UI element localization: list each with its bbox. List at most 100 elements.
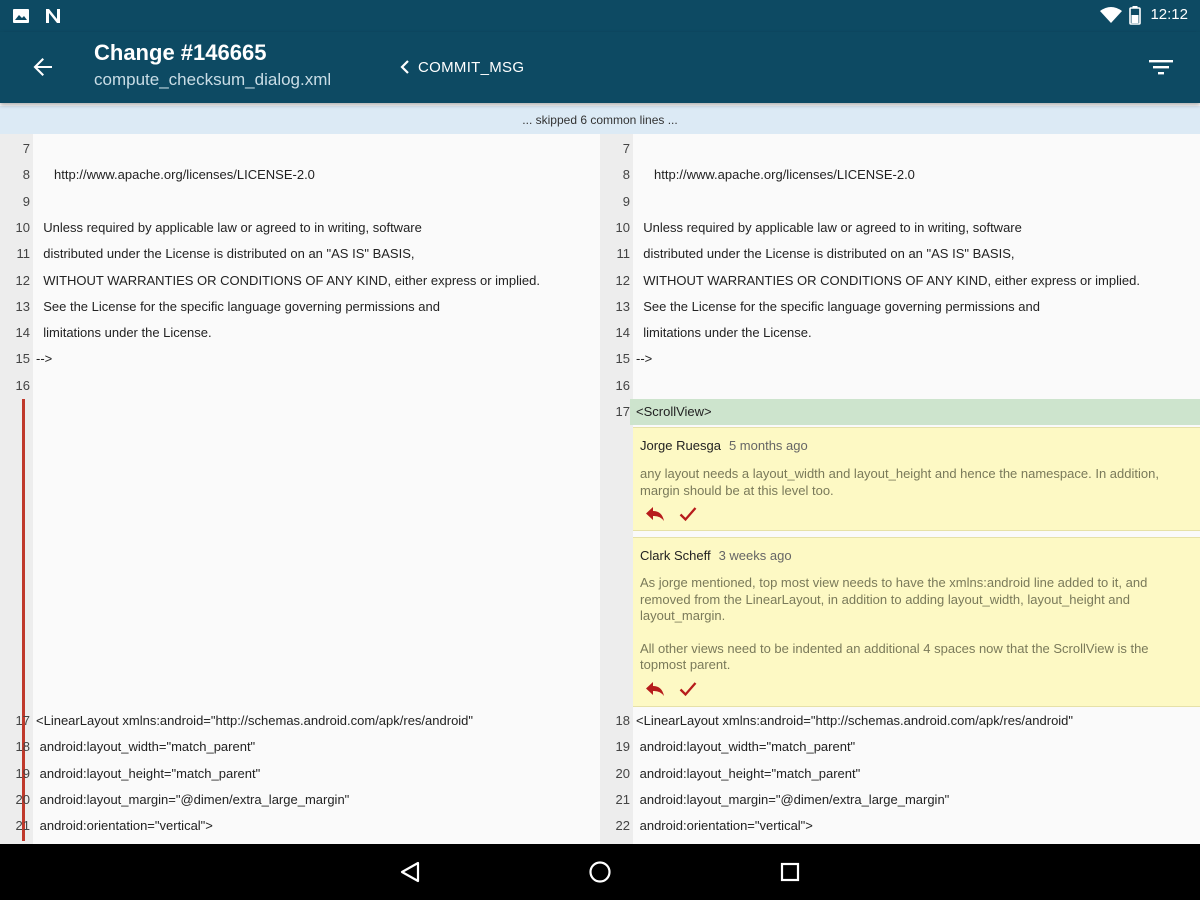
line-number: 17 [600,399,630,425]
code-line[interactable]: 19 android:layout_height="match_parent" [0,761,600,787]
code-line[interactable]: 20 android:layout_margin="@dimen/extra_l… [0,787,600,813]
code-line[interactable]: 15 --> [600,346,1200,372]
code-line[interactable]: 7 [600,136,1200,162]
line-number: 15 [15,351,30,367]
line-number: 18 [15,739,30,755]
line-number: 15 [615,351,630,367]
code-line[interactable]: 22 android:orientation="vertical"> [600,813,1200,839]
code-line[interactable]: 8 http://www.apache.org/licenses/LICENSE… [600,162,1200,188]
line-code: limitations under the License. [36,325,212,341]
code-line[interactable]: 16 [0,373,600,399]
triangle-back-icon [400,861,420,883]
line-code: WITHOUT WARRANTIES OR CONDITIONS OF ANY … [636,272,1140,288]
done-check-icon[interactable] [679,681,697,697]
line-code: android:layout_margin="@dimen/extra_larg… [36,791,350,807]
code-line[interactable]: 12 WITHOUT WARRANTIES OR CONDITIONS OF A… [0,268,600,294]
line-number: 14 [615,325,630,341]
code-line[interactable]: 13 See the License for the specific lang… [600,294,1200,320]
line-number: 20 [15,791,30,807]
comment-author: Jorge Ruesga [640,438,721,453]
line-number: 16 [15,377,30,393]
line-number: 20 [615,765,630,781]
app-bar: Change #146665 compute_checksum_dialog.x… [0,32,1200,103]
code-line[interactable]: 21 android:layout_margin="@dimen/extra_l… [600,787,1200,813]
code-line[interactable]: 14 limitations under the License. [600,320,1200,346]
code-line[interactable]: 11 distributed under the License is dist… [0,241,600,267]
diff-pane-left[interactable]: 7 8 http://www.apache.org/licenses/LICENS… [0,134,600,844]
code-line[interactable]: 17 <ScrollView> [600,399,1200,426]
battery-icon [1129,6,1141,25]
line-number: 17 [15,713,30,728]
line-code: android:layout_height="match_parent" [636,765,861,781]
line-number: 7 [22,141,30,156]
comment-card: Clark Scheff 3 weeks ago As jorge mention… [633,537,1200,707]
comment-time: 5 months ago [728,438,808,453]
line-number: 12 [615,272,630,288]
code-line[interactable]: 10 Unless required by applicable law or … [600,215,1200,241]
code-line[interactable]: 15 --> [0,346,600,372]
chevron-left-icon [400,60,409,74]
line-number: 12 [15,272,30,288]
line-number: 13 [615,298,630,314]
comment-body: As jorge mentioned, top most view needs … [640,575,1192,674]
nav-back-button[interactable] [396,858,424,886]
status-bar: 12:12 [0,0,1200,32]
code-line[interactable]: 9 [600,189,1200,215]
reply-icon[interactable] [645,506,665,522]
comment-paragraph: As jorge mentioned, top most view needs … [640,575,1148,623]
done-check-icon[interactable] [679,506,697,522]
page-title: Change #146665 [94,40,267,65]
code-line[interactable]: 16 [600,373,1200,399]
line-number: 9 [622,193,630,209]
circle-home-icon [589,861,611,883]
nav-recents-button[interactable] [776,858,804,886]
line-code: See the License for the specific languag… [636,298,1040,314]
line-number: 21 [15,818,30,834]
line-code: distributed under the License is distrib… [636,246,1015,262]
comment-header: Jorge Ruesga 5 months ago [640,438,808,453]
code-line[interactable]: 7 [0,136,600,162]
line-code: limitations under the License. [636,325,812,341]
skipped-lines-bar[interactable]: ... skipped 6 common lines ... [0,106,1200,134]
code-line[interactable]: 18 android:layout_width="match_parent" [0,734,600,760]
code-line[interactable]: 20 android:layout_height="match_parent" [600,761,1200,787]
comment-paragraph: All other views need to be indented an a… [640,640,1149,673]
code-line[interactable]: 11 distributed under the License is dist… [600,241,1200,267]
line-code: android:orientation="vertical"> [36,818,213,834]
code-line[interactable]: 13 See the License for the specific lang… [0,294,600,320]
line-code: android:layout_margin="@dimen/extra_larg… [636,791,950,807]
line-code: http://www.apache.org/licenses/LICENSE-2… [636,167,915,183]
code-line[interactable]: 9 [0,189,600,215]
code-line[interactable]: 18 <LinearLayout xmlns:android="http://sc… [600,708,1200,734]
line-number: 19 [15,765,30,781]
line-number: 21 [615,791,630,807]
comment-actions [645,681,697,697]
nav-home-button[interactable] [586,858,614,886]
filter-button[interactable] [1146,52,1176,82]
code-line[interactable]: 10 Unless required by applicable law or … [0,215,600,241]
line-number: 8 [22,167,30,183]
wifi-icon [1100,7,1122,23]
code-line[interactable]: 14 limitations under the License. [0,320,600,346]
n-logo-icon [46,9,60,23]
code-line[interactable]: 8 http://www.apache.org/licenses/LICENSE… [0,162,600,188]
code-line[interactable]: 21 android:orientation="vertical"> [0,813,600,839]
line-number: 7 [622,141,630,156]
line-code: http://www.apache.org/licenses/LICENSE-2… [36,167,315,183]
line-number: 11 [16,246,31,262]
comment-body: any layout needs a layout_width and layo… [640,466,1192,499]
back-button[interactable] [22,46,64,88]
line-code: android:layout_height="match_parent" [36,765,261,781]
line-code: <LinearLayout xmlns:android="http://sche… [636,713,1074,728]
line-code: --> [636,351,653,367]
code-line[interactable]: 17 <LinearLayout xmlns:android="http://sc… [0,708,600,734]
commit-msg-button[interactable]: COMMIT_MSG [400,52,524,82]
line-code: Unless required by applicable law or agr… [36,219,422,235]
commit-msg-label: COMMIT_MSG [418,58,525,76]
reply-icon[interactable] [645,681,665,697]
line-number: 19 [615,739,630,755]
code-line[interactable]: 19 android:layout_width="match_parent" [600,734,1200,760]
line-number: 10 [15,219,30,235]
code-line[interactable]: 12 WITHOUT WARRANTIES OR CONDITIONS OF A… [600,268,1200,294]
comment-header: Clark Scheff 3 weeks ago [640,548,792,563]
